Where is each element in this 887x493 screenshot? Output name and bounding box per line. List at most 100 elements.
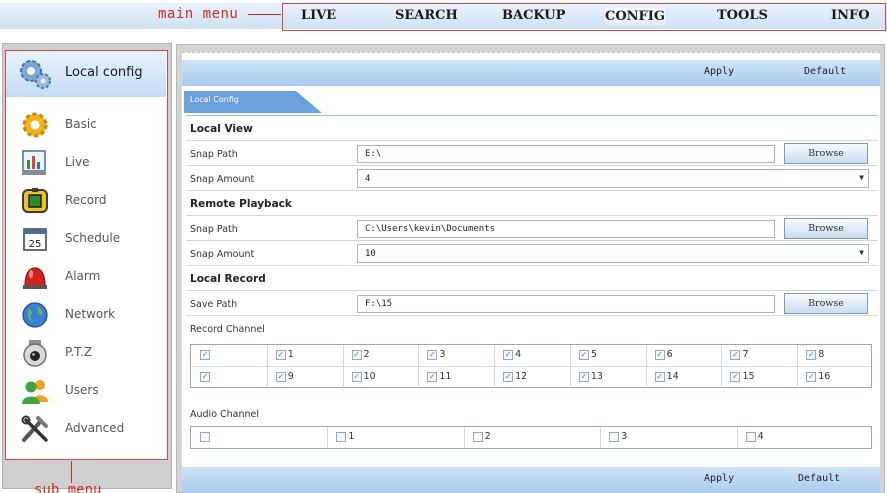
ptz-camera-icon	[23, 340, 47, 367]
sub-menu-annotation: sub menu	[34, 482, 102, 493]
channel-number: 3	[621, 431, 628, 442]
channel-checkbox[interactable]: ✓	[351, 350, 362, 360]
channel-checkbox[interactable]: ✓	[730, 350, 741, 360]
channel-number: 13	[590, 371, 603, 382]
cell-divider	[327, 427, 329, 448]
sidebar-item-advanced[interactable]: Advanced	[6, 410, 166, 448]
channel-checkbox[interactable]: ✓	[427, 372, 438, 382]
channel-checkbox[interactable]: ✓	[503, 350, 514, 360]
channel-cell: 1	[327, 427, 463, 448]
sub-menu: Local config Basic Live Record 25 Schedu…	[5, 50, 168, 460]
default-button-top[interactable]: Default	[804, 66, 846, 77]
audio-channel-grid: 1 2 3 4	[190, 426, 872, 449]
channel-checkbox[interactable]	[472, 432, 483, 442]
cell-divider	[342, 367, 344, 388]
channel-checkbox[interactable]	[609, 432, 620, 442]
channel-checkbox[interactable]: ✓	[806, 372, 817, 382]
tab-local-config[interactable]: Local Config	[184, 89, 322, 113]
channel-checkbox[interactable]	[336, 432, 347, 442]
sidebar-item-record[interactable]: Record	[6, 182, 166, 220]
local-view-snap-path-input[interactable]: E:\	[357, 145, 775, 163]
channel-checkbox[interactable]: ✓	[730, 372, 741, 382]
menu-info[interactable]: INFO	[831, 8, 870, 23]
channel-checkbox[interactable]: ✓	[654, 350, 665, 360]
default-button-bottom[interactable]: Default	[798, 473, 840, 484]
channel-number: 4	[515, 349, 522, 360]
sidebar-item-local-config[interactable]: Local config	[6, 51, 166, 97]
channel-number: 16	[818, 371, 831, 382]
cell-divider	[721, 367, 723, 388]
channel-row: ✓ ✓ 1 ✓ 2 ✓ 3 ✓ 4 ✓ 5 ✓ 6 ✓ 7 ✓ 8	[191, 345, 871, 366]
menu-tools[interactable]: TOOLS	[717, 8, 768, 23]
cell-divider	[736, 427, 738, 448]
channel-checkbox[interactable]: ✓	[200, 350, 210, 360]
local-view-snap-amount-select[interactable]: 4 ▼	[357, 169, 869, 188]
field-label: Snap Path	[190, 224, 238, 235]
cell-divider	[645, 367, 647, 388]
channel-number: 10	[363, 371, 376, 382]
channel-checkbox[interactable]: ✓	[200, 372, 210, 382]
cell-divider	[418, 367, 420, 388]
channel-cell: 2	[463, 427, 600, 448]
channel-checkbox[interactable]: ✓	[275, 350, 286, 360]
channel-checkbox[interactable]: ✓	[578, 372, 589, 382]
remote-snap-path-row: Snap Path C:\Users\kevin\Documents Brows…	[186, 216, 878, 241]
globe-icon	[22, 302, 48, 328]
channel-checkbox[interactable]: ✓	[351, 372, 362, 382]
channel-checkbox[interactable]: ✓	[503, 372, 514, 382]
remote-snap-amount-select[interactable]: 10 ▼	[357, 244, 869, 263]
menu-live[interactable]: LIVE	[301, 8, 336, 23]
sidebar-item-label: Users	[65, 383, 99, 397]
menu-config[interactable]: CONFIG	[605, 8, 665, 25]
local-view-browse-button[interactable]: Browse	[784, 143, 868, 164]
channel-number: 1	[287, 349, 294, 360]
channel-cell: ✓ 16	[797, 367, 873, 388]
audio-channel-label-row: Audio Channel	[186, 401, 878, 426]
channel-checkbox[interactable]	[745, 432, 756, 442]
cell-divider	[797, 367, 799, 388]
remote-snap-path-input[interactable]: C:\Users\kevin\Documents	[357, 220, 775, 238]
section-remote-playback: Remote Playback	[186, 191, 878, 216]
remote-browse-button[interactable]: Browse	[784, 218, 868, 239]
channel-cell: ✓ 14	[645, 367, 722, 388]
sidebar-item-label: Schedule	[65, 231, 121, 245]
channel-cell: ✓ 11	[418, 367, 494, 388]
sidebar-item-network[interactable]: Network	[6, 296, 166, 334]
channel-row: 1 2 3 4	[191, 427, 871, 448]
channel-cell: ✓ 3	[418, 345, 494, 366]
remote-snap-amount-row: Snap Amount 10 ▼	[186, 241, 878, 266]
apply-button-top[interactable]: Apply	[704, 66, 734, 77]
channel-checkbox[interactable]: ✓	[427, 350, 438, 360]
channel-checkbox[interactable]: ✓	[275, 372, 286, 382]
sidebar-item-label: Record	[65, 193, 107, 207]
channel-number: 12	[515, 371, 528, 382]
channel-checkbox[interactable]: ✓	[654, 372, 665, 382]
sidebar-item-label: Network	[65, 307, 116, 321]
channel-number: 7	[742, 349, 749, 360]
sidebar-item-live[interactable]: Live	[6, 144, 166, 182]
sidebar-item-schedule[interactable]: 25 Schedule	[6, 220, 166, 258]
channel-cell: ✓	[191, 345, 267, 366]
local-view-snap-amount-row: Snap Amount 4 ▼	[186, 166, 878, 191]
channel-checkbox[interactable]: ✓	[578, 350, 589, 360]
channel-cell: ✓ 15	[721, 367, 797, 388]
channel-cell: 4	[736, 427, 873, 448]
cell-divider	[266, 367, 268, 388]
channel-checkbox[interactable]: ✓	[806, 350, 817, 360]
save-path-browse-button[interactable]: Browse	[784, 293, 868, 314]
save-path-input[interactable]: F:\15	[357, 295, 775, 313]
sidebar-item-basic[interactable]: Basic	[6, 106, 166, 144]
channel-cell: ✓ 6	[645, 345, 722, 366]
sidebar-item-ptz[interactable]: P.T.Z	[6, 334, 166, 372]
apply-button-bottom[interactable]: Apply	[704, 473, 734, 484]
sidebar-item-users[interactable]: Users	[6, 372, 166, 410]
menu-search[interactable]: SEARCH	[395, 8, 458, 23]
users-icon	[22, 380, 48, 404]
channel-cell: ✓ 4	[494, 345, 570, 366]
cell-divider	[569, 367, 571, 388]
menu-backup[interactable]: BACKUP	[502, 8, 565, 23]
sidebar-item-alarm[interactable]: Alarm	[6, 258, 166, 296]
cell-divider	[418, 345, 420, 366]
sidebar-item-label: Basic	[65, 117, 97, 131]
channel-checkbox[interactable]	[200, 432, 210, 442]
